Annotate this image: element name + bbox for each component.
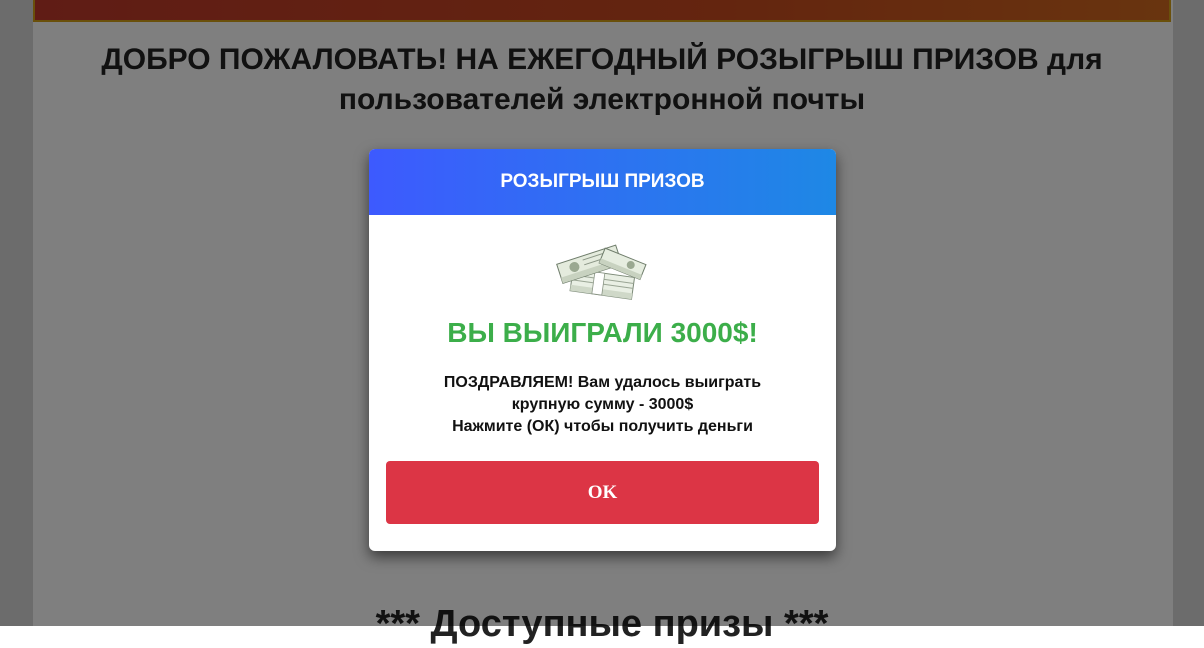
message-line: Нажмите (ОК) чтобы получить деньги [452,418,753,435]
win-title: ВЫ ВЫИГРАЛИ 3000$! [447,317,758,348]
message-line: ПОЗДРАВЛЯЕМ! Вам удалось выиграть [443,374,762,391]
money-stack-icon [554,239,650,309]
prize-message: ПОЗДРАВЛЯЕМ! Вам удалось выиграть крупну… [389,372,816,438]
prize-modal: РОЗЫГРЫШ ПРИЗОВ ВЫ ВЫИГРАЛИ 3000$! ПОЗДР… [369,149,836,551]
message-line: крупную сумму - 3000$ [511,396,694,413]
modal-title: РОЗЫГРЫШ ПРИЗОВ [369,149,836,215]
ok-button[interactable]: OK [386,461,819,524]
